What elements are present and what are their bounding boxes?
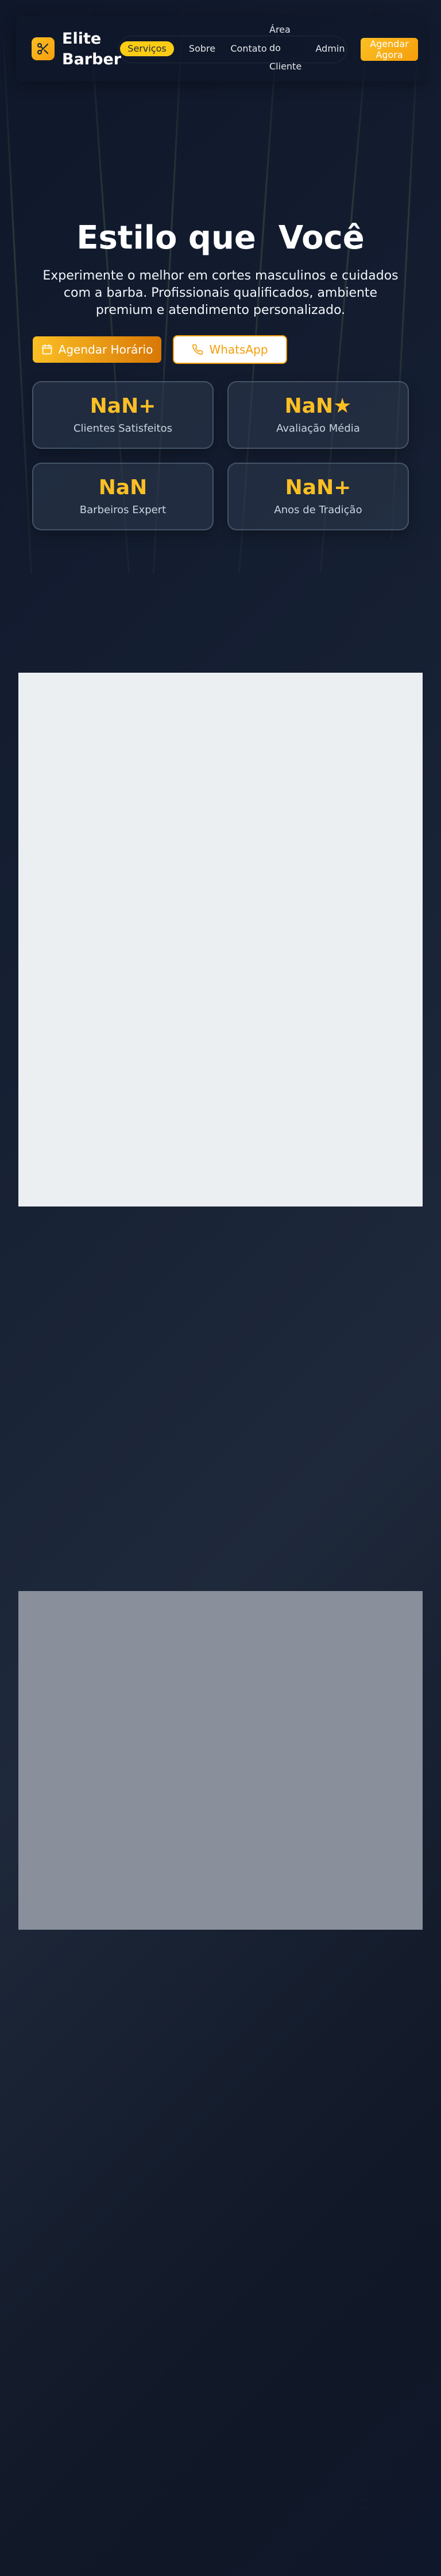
whatsapp-label: WhatsApp — [209, 343, 268, 356]
stat-card-rating: NaN★ Avaliação Média — [227, 381, 409, 449]
content-panel-gray — [18, 1591, 423, 1930]
content-panel-light — [18, 673, 423, 1206]
hero-subtitle: Experimente o melhor em cortes masculino… — [42, 269, 399, 317]
stat-card-clients: NaN+ Clientes Satisfeitos — [32, 381, 214, 449]
main-navbar: Elite Barber Serviços Sobre Contato Área… — [16, 16, 425, 82]
stat-label: Avaliação Média — [276, 422, 360, 434]
calendar-icon — [42, 344, 52, 355]
schedule-appointment-button[interactable]: Agendar Horário — [33, 336, 161, 363]
logo-badge[interactable] — [32, 37, 55, 60]
stat-card-years: NaN+ Anos de Tradição — [227, 463, 409, 530]
stat-value: NaN★ — [284, 394, 352, 418]
scissors-icon — [37, 42, 49, 55]
nav-link-area-cliente[interactable]: Área do Cliente — [266, 21, 306, 76]
phone-icon — [192, 344, 203, 355]
schedule-appointment-label: Agendar Horário — [58, 343, 153, 356]
schedule-now-button[interactable]: Agendar Agora — [361, 38, 418, 61]
hero-title: Estilo que Você — [76, 219, 365, 257]
stat-value: NaN+ — [285, 476, 351, 499]
stat-label: Barbeiros Expert — [79, 504, 167, 516]
nav-link-admin[interactable]: Admin — [312, 41, 349, 56]
nav-link-servicos[interactable]: Serviços — [120, 41, 174, 56]
nav-link-sobre[interactable]: Sobre — [180, 41, 224, 56]
stat-label: Clientes Satisfeitos — [73, 422, 173, 434]
brand-name[interactable]: Elite Barber — [62, 29, 125, 70]
stat-value: NaN+ — [90, 394, 156, 418]
stat-label: Anos de Tradição — [274, 504, 362, 516]
stat-card-barbers: NaN Barbeiros Expert — [32, 463, 214, 530]
whatsapp-button[interactable]: WhatsApp — [173, 335, 287, 364]
stat-value: NaN — [98, 476, 148, 499]
